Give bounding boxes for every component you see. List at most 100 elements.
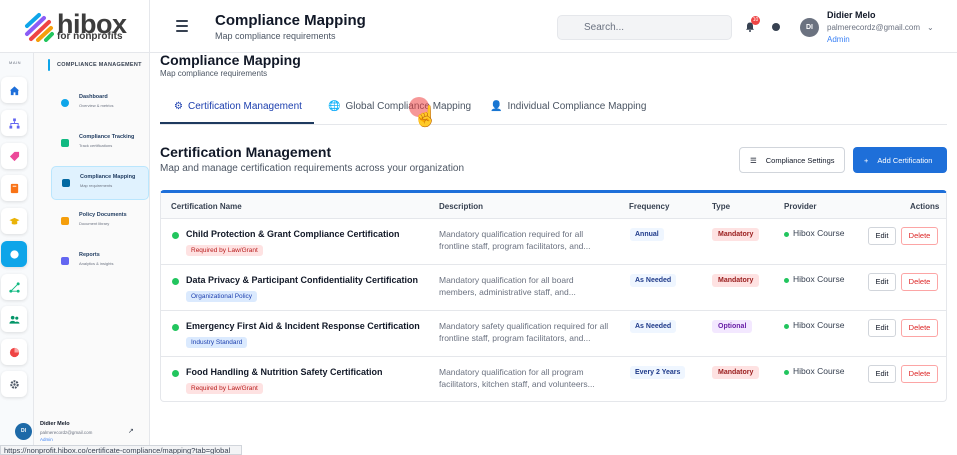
rail-section-label: MAIN	[9, 60, 21, 65]
provider-name: Hibox Course	[793, 274, 845, 284]
certification-name: Emergency First Aid & Incident Response …	[186, 321, 420, 331]
sidebar-item-sublabel: Map requirements	[80, 183, 113, 188]
rail-home-icon[interactable]	[1, 77, 27, 103]
rail-gear-icon[interactable]	[1, 371, 27, 397]
add-certification-button[interactable]: + Add Certification	[853, 147, 947, 173]
delete-button[interactable]: Delete	[901, 365, 938, 383]
edit-button[interactable]: Edit	[868, 273, 896, 291]
page-subtitle: Map compliance requirements	[160, 69, 268, 78]
logo[interactable]: hibox for nonprofits	[24, 9, 134, 42]
certification-description: Mandatory qualification required for all…	[439, 229, 591, 251]
theme-toggle-icon[interactable]	[772, 23, 780, 31]
certification-name: Data Privacy & Participant Confidentiali…	[186, 275, 419, 285]
sidebar-item-sublabel: Overview & metrics	[79, 103, 114, 108]
hand-cursor-icon: ☝	[413, 106, 438, 128]
table-row: Data Privacy & Participant Confidentiali…	[161, 265, 946, 311]
external-link-icon[interactable]: ↗	[128, 427, 134, 435]
frequency-badge: As Needed	[630, 320, 677, 333]
page-title: Compliance Mapping	[160, 52, 301, 68]
column-header: Actions	[910, 202, 940, 211]
frequency-badge: Annual	[630, 228, 664, 241]
provider-name: Hibox Course	[793, 228, 845, 238]
type-badge: Optional	[712, 320, 753, 333]
column-header: Type	[712, 202, 731, 211]
certification-description: Mandatory safety qualification required …	[439, 321, 609, 343]
table-header: Certification Name Description Frequency…	[161, 193, 946, 219]
table-row: Food Handling & Nutrition Safety Certifi…	[161, 357, 946, 403]
requirement-tag: Required by Law/Grant	[186, 245, 263, 256]
rail-book-icon[interactable]	[1, 175, 27, 201]
rail-graduation-icon[interactable]	[1, 208, 27, 234]
tabs-divider	[160, 124, 947, 125]
folder-icon	[61, 217, 69, 225]
section-title: Certification Management	[160, 144, 332, 160]
column-header: Provider	[784, 202, 817, 211]
sidebar-item-label: Compliance Tracking	[79, 134, 135, 140]
sidebar-item-compliance-tracking[interactable]: Compliance Tracking Track certifications	[51, 127, 149, 161]
type-badge: Mandatory	[712, 228, 760, 241]
tab-global-compliance-mapping[interactable]: 🌐 Global Compliance Mapping	[328, 101, 471, 112]
header-subtitle: Map compliance requirements	[215, 31, 336, 41]
frequency-badge: Every 2 Years	[630, 366, 686, 379]
sidebar-item-sublabel: Analytics & insights	[79, 261, 114, 266]
logo-subtext: for nonprofits	[57, 31, 123, 42]
sidebar-item-label: Dashboard	[79, 94, 108, 100]
tab-individual-compliance-mapping[interactable]: 👤 Individual Compliance Mapping	[490, 101, 646, 112]
delete-button[interactable]: Delete	[901, 319, 938, 337]
table-row: Child Protection & Grant Compliance Cert…	[161, 219, 946, 265]
provider-name: Hibox Course	[793, 366, 845, 376]
sidebar-user-avatar[interactable]: DI	[15, 423, 32, 440]
compliance-settings-button[interactable]: ☰ Compliance Settings	[739, 147, 845, 173]
status-dot	[172, 324, 179, 331]
rail-share-icon[interactable]	[1, 274, 27, 300]
notification-badge: 10	[751, 16, 760, 25]
active-tab-indicator	[160, 122, 314, 124]
user-name: Didier Melo	[827, 10, 876, 20]
status-dot	[172, 232, 179, 239]
certification-name: Food Handling & Nutrition Safety Certifi…	[186, 367, 383, 377]
dashboard-icon	[61, 99, 69, 107]
delete-button[interactable]: Delete	[901, 227, 938, 245]
search-input[interactable]: Search...	[557, 15, 732, 40]
requirement-tag: Required by Law/Grant	[186, 383, 263, 394]
rail-users-icon[interactable]	[1, 306, 27, 332]
sidebar-item-label: Reports	[79, 252, 100, 258]
rail-compliance-icon[interactable]	[1, 241, 27, 267]
rail-hierarchy-icon[interactable]	[1, 110, 27, 136]
type-badge: Mandatory	[712, 274, 760, 287]
sidebar-user-email: palmerecordz@gmail.com	[40, 430, 93, 435]
sidebar-item-sublabel: Track certifications	[79, 143, 113, 148]
edit-button[interactable]: Edit	[868, 319, 896, 337]
user-avatar[interactable]: DI	[800, 18, 819, 37]
table-row: Emergency First Aid & Incident Response …	[161, 311, 946, 357]
status-dot	[172, 278, 179, 285]
panel-heading: COMPLIANCE MANAGEMENT	[57, 62, 142, 68]
sidebar-item-compliance-mapping[interactable]: Compliance Mapping Map requirements	[51, 166, 149, 200]
certification-description: Mandatory qualification for all program …	[439, 367, 595, 389]
provider-name: Hibox Course	[793, 320, 845, 330]
edit-button[interactable]: Edit	[868, 365, 896, 383]
sidebar-user-role: Admin	[40, 437, 53, 442]
menu-toggle-icon[interactable]	[176, 20, 188, 32]
sidebar-item-dashboard[interactable]: Dashboard Overview & metrics	[51, 87, 149, 121]
sidebar-item-policy-documents[interactable]: Policy Documents Document library	[51, 205, 149, 239]
sidebar-item-reports[interactable]: Reports Analytics & insights	[51, 245, 149, 279]
edit-button[interactable]: Edit	[868, 227, 896, 245]
certification-name: Child Protection & Grant Compliance Cert…	[186, 229, 400, 239]
plus-icon: +	[864, 155, 869, 165]
provider-dot	[784, 232, 789, 237]
provider-dot	[784, 278, 789, 283]
delete-button[interactable]: Delete	[901, 273, 938, 291]
rail-tag-icon[interactable]	[1, 143, 27, 169]
tab-certification-management[interactable]: ⚙ Certification Management	[174, 101, 302, 112]
provider-dot	[784, 324, 789, 329]
provider-dot	[784, 370, 789, 375]
chevron-down-icon[interactable]: ⌄	[927, 23, 934, 32]
button-label: Compliance Settings	[765, 155, 835, 165]
column-header: Frequency	[629, 202, 670, 211]
sliders-icon: ☰	[750, 155, 757, 165]
type-badge: Mandatory	[712, 366, 760, 379]
shield-check-icon	[61, 139, 69, 147]
rail-pie-chart-icon[interactable]	[1, 339, 27, 365]
requirement-tag: Organizational Policy	[186, 291, 258, 302]
